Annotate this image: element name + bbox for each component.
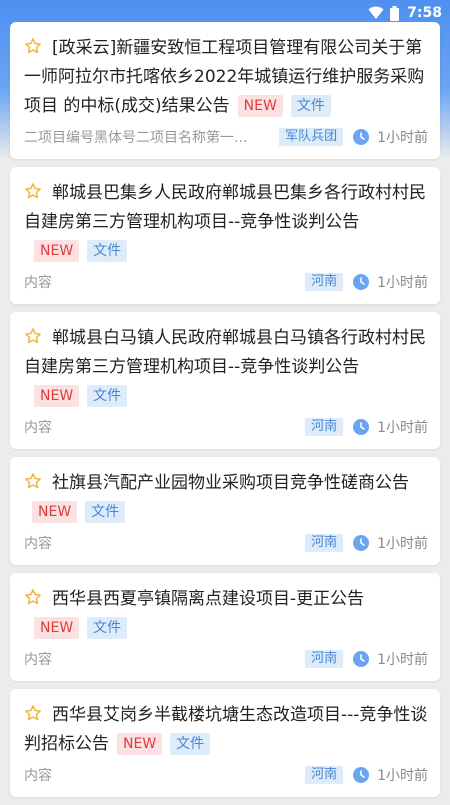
wifi-icon: [368, 6, 384, 20]
file-tag[interactable]: 文件: [87, 240, 128, 262]
item-meta: 内容 河南 1小时前: [24, 533, 428, 553]
item-time: 1小时前: [377, 420, 428, 436]
star-icon[interactable]: [24, 704, 42, 722]
clock-icon: [353, 274, 370, 290]
clock-icon: [353, 535, 370, 551]
list-item[interactable]: 郸城县巴集乡人民政府郸城县巴集乡各行政村村民自建房第三方管理机构项目--竞争性谈…: [10, 167, 440, 304]
item-title-text: 西华县西夏亭镇隔离点建设项目-更正公告: [52, 589, 365, 609]
file-tag[interactable]: 文件: [290, 95, 331, 117]
file-tag[interactable]: 文件: [170, 733, 211, 755]
item-content: 内容: [24, 536, 52, 552]
new-tag: NEW: [237, 95, 283, 117]
region-badge: 河南: [305, 766, 344, 784]
new-tag: NEW: [32, 501, 78, 523]
item-time: 1小时前: [377, 130, 428, 146]
item-content: 内容: [24, 275, 52, 291]
clock-icon: [353, 129, 370, 145]
region-badge: 军队兵团: [279, 128, 344, 146]
item-title[interactable]: 西华县艾岗乡半截楼坑塘生态改造项目---竞争性谈判招标公告 NEW 文件: [24, 701, 428, 759]
item-time: 1小时前: [377, 768, 428, 784]
list-item[interactable]: 西华县西夏亭镇隔离点建设项目-更正公告 NEW 文件 内容 河南 1小时前: [10, 573, 440, 681]
item-time: 1小时前: [377, 536, 428, 552]
list-item[interactable]: [政采云]新疆安致恒工程项目管理有限公司关于第一师阿拉尔市托喀依乡2022年城镇…: [10, 22, 440, 159]
new-tag: NEW: [117, 733, 163, 755]
item-meta: 内容 河南 1小时前: [24, 765, 428, 785]
item-content: 内容: [24, 652, 52, 668]
list-item[interactable]: 郸城县白马镇人民政府郸城县白马镇各行政村村民自建房第三方管理机构项目--竞争性谈…: [10, 312, 440, 449]
item-meta: 内容 河南 1小时前: [24, 417, 428, 437]
item-title[interactable]: 郸城县白马镇人民政府郸城县白马镇各行政村村民自建房第三方管理机构项目--竞争性谈…: [24, 324, 428, 411]
star-icon[interactable]: [24, 327, 42, 345]
item-time: 1小时前: [377, 275, 428, 291]
clock-icon: [353, 419, 370, 435]
region-badge: 河南: [305, 273, 344, 291]
new-tag: NEW: [34, 385, 80, 407]
new-tag: NEW: [34, 617, 80, 639]
item-title[interactable]: [政采云]新疆安致恒工程项目管理有限公司关于第一师阿拉尔市托喀依乡2022年城镇…: [24, 34, 428, 121]
region-badge: 河南: [305, 650, 344, 668]
announcement-list[interactable]: [政采云]新疆安致恒工程项目管理有限公司关于第一师阿拉尔市托喀依乡2022年城镇…: [10, 22, 440, 805]
star-icon[interactable]: [24, 472, 42, 490]
item-meta: 内容 河南 1小时前: [24, 272, 428, 292]
file-tag[interactable]: 文件: [87, 385, 128, 407]
clock-icon: [353, 651, 370, 667]
list-item[interactable]: 社旗县汽配产业园物业采购项目竞争性磋商公告 NEW 文件 内容 河南 1小时前: [10, 457, 440, 565]
file-tag[interactable]: 文件: [87, 617, 128, 639]
star-icon[interactable]: [24, 182, 42, 200]
star-icon[interactable]: [24, 37, 42, 55]
item-meta: 二项目编号黑体号二项目名称第一... 军队兵团 1小时前: [24, 127, 428, 147]
region-badge: 河南: [305, 534, 344, 552]
item-title-text: [政采云]新疆安致恒工程项目管理有限公司关于第一师阿拉尔市托喀依乡2022年城镇…: [24, 38, 425, 116]
item-content: 内容: [24, 420, 52, 436]
item-title-text: 郸城县巴集乡人民政府郸城县巴集乡各行政村村民自建房第三方管理机构项目--竞争性谈…: [24, 183, 426, 232]
item-meta: 内容 河南 1小时前: [24, 649, 428, 669]
item-content: 二项目编号黑体号二项目名称第一...: [24, 130, 248, 146]
item-title[interactable]: 社旗县汽配产业园物业采购项目竞争性磋商公告 NEW 文件: [24, 469, 428, 527]
item-title[interactable]: 西华县西夏亭镇隔离点建设项目-更正公告 NEW 文件: [24, 585, 428, 643]
list-item[interactable]: 西华县艾岗乡半截楼坑塘生态改造项目---竞争性谈判招标公告 NEW 文件 内容 河南…: [10, 689, 440, 797]
status-time: 7:58: [407, 5, 442, 21]
battery-icon: [390, 5, 400, 21]
item-title-text: 郸城县白马镇人民政府郸城县白马镇各行政村村民自建房第三方管理机构项目--竞争性谈…: [24, 328, 426, 377]
new-tag: NEW: [34, 240, 80, 262]
item-title-text: 西华县艾岗乡半截楼坑塘生态改造项目---竞争性谈判招标公告: [24, 705, 428, 754]
clock-icon: [353, 767, 370, 783]
item-content: 内容: [24, 768, 52, 784]
star-icon[interactable]: [24, 588, 42, 606]
item-title[interactable]: 郸城县巴集乡人民政府郸城县巴集乡各行政村村民自建房第三方管理机构项目--竞争性谈…: [24, 179, 428, 266]
item-time: 1小时前: [377, 652, 428, 668]
file-tag[interactable]: 文件: [85, 501, 126, 523]
item-title-text: 社旗县汽配产业园物业采购项目竞争性磋商公告: [52, 473, 409, 493]
region-badge: 河南: [305, 418, 344, 436]
